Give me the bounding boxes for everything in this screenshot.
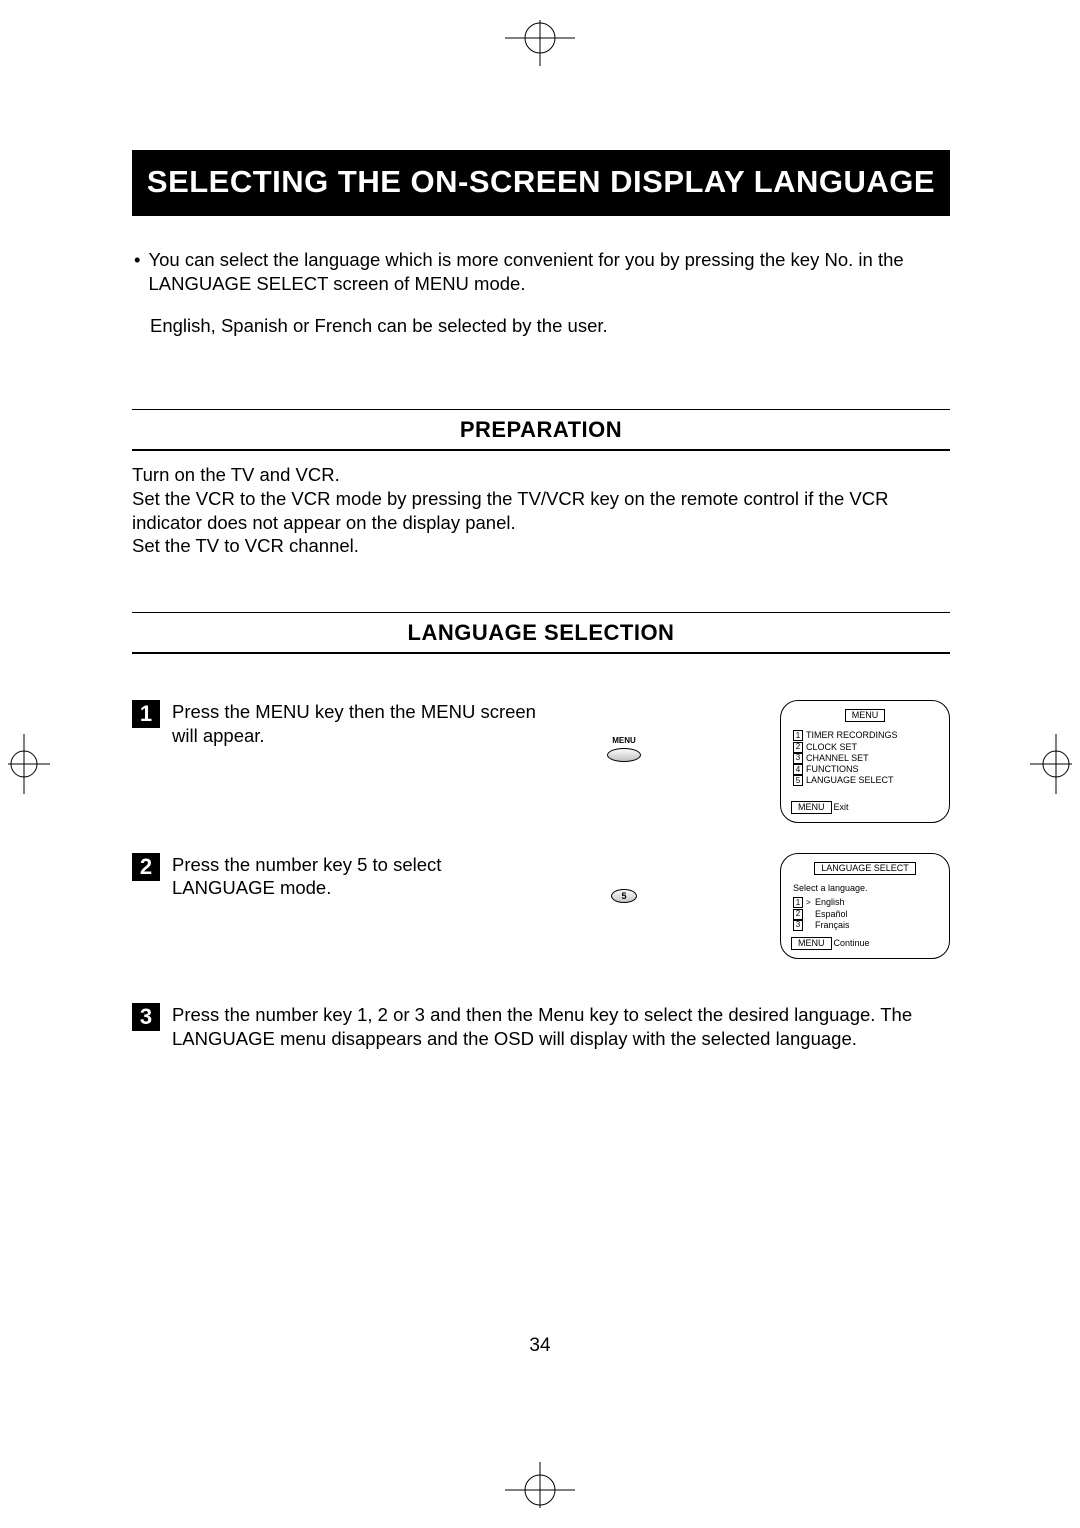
crop-mark-right (1022, 704, 1072, 824)
osd-item: LANGUAGE SELECT (806, 775, 894, 786)
intro-sub-text: English, Spanish or French can be select… (132, 315, 950, 337)
intro-text: You can select the language which is mor… (148, 248, 950, 295)
step-3-text: Press the number key 1, 2 or 3 and then … (172, 1003, 950, 1050)
osd-num: 1 (793, 897, 803, 908)
osd-footer-key: MENU (791, 937, 832, 950)
step-2-text: Press the number key 5 to select LANGUAG… (172, 853, 542, 900)
osd-item: Español (815, 909, 848, 920)
section-rule: PREPARATION (132, 409, 950, 451)
osd-item: CHANNEL SET (806, 753, 869, 764)
step-badge-2: 2 (132, 853, 160, 881)
osd-footer-label: Exit (834, 802, 849, 813)
osd-footer-label: Continue (834, 938, 870, 949)
number-5-button-icon: 5 (611, 889, 637, 903)
preparation-heading: PREPARATION (132, 417, 950, 443)
step-2: 2 Press the number key 5 to select LANGU… (132, 853, 950, 960)
page-number: 34 (529, 1335, 550, 1357)
page-content: SELECTING THE ON-SCREEN DISPLAY LANGUAGE… (132, 150, 950, 1051)
osd-title: MENU (845, 709, 886, 722)
osd-num: 2 (793, 742, 803, 753)
section-rule: LANGUAGE SELECTION (132, 612, 950, 654)
menu-button-label: MENU (612, 736, 636, 745)
prep-line-2: Set the VCR to the VCR mode by pressing … (132, 487, 950, 534)
step-1-text: Press the MENU key then the MENU screen … (172, 700, 542, 747)
prep-line-1: Turn on the TV and VCR. (132, 463, 950, 487)
osd-num: 5 (793, 775, 803, 786)
preparation-body: Turn on the TV and VCR. Set the VCR to t… (132, 463, 950, 558)
bullet: • (132, 248, 140, 295)
page-title: SELECTING THE ON-SCREEN DISPLAY LANGUAGE (132, 150, 950, 216)
language-selection-heading: LANGUAGE SELECTION (132, 620, 950, 646)
prep-line-3: Set the TV to VCR channel. (132, 534, 950, 558)
osd-item: CLOCK SET (806, 742, 857, 753)
osd-menu-list: 1TIMER RECORDINGS 2CLOCK SET 3CHANNEL SE… (793, 730, 939, 786)
step-badge-1: 1 (132, 700, 160, 728)
osd-language-select-screen: LANGUAGE SELECT Select a language. 1>Eng… (780, 853, 950, 960)
intro-block: • You can select the language which is m… (132, 248, 950, 295)
osd-item: English (815, 897, 845, 908)
osd-item: TIMER RECORDINGS (806, 730, 898, 741)
menu-button-icon (607, 748, 641, 762)
osd-num: 4 (793, 764, 803, 775)
crop-mark-bottom (465, 1458, 615, 1508)
osd-subtitle: Select a language. (793, 883, 939, 894)
step-3: 3 Press the number key 1, 2 or 3 and the… (132, 1003, 950, 1050)
osd-title: LANGUAGE SELECT (814, 862, 916, 875)
remote-button-menu: MENU (554, 700, 694, 762)
osd-num: 3 (793, 753, 803, 764)
osd-num: 3 (793, 920, 803, 931)
osd-num: 2 (793, 909, 803, 920)
crop-mark-left (8, 704, 58, 824)
remote-button-5: 5 (554, 853, 694, 903)
osd-caret: > (806, 898, 812, 908)
step-badge-3: 3 (132, 1003, 160, 1031)
osd-menu-screen: MENU 1TIMER RECORDINGS 2CLOCK SET 3CHANN… (780, 700, 950, 823)
osd-item: FUNCTIONS (806, 764, 859, 775)
step-1: 1 Press the MENU key then the MENU scree… (132, 700, 950, 823)
osd-item: Français (815, 920, 850, 931)
osd-num: 1 (793, 730, 803, 741)
crop-mark-top (465, 20, 615, 70)
osd-footer-key: MENU (791, 801, 832, 814)
